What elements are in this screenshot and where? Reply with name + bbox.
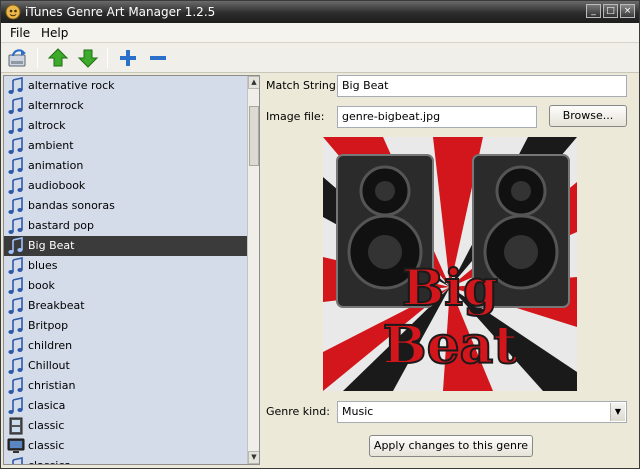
music-note-icon bbox=[7, 97, 25, 115]
music-note-icon bbox=[7, 157, 25, 175]
list-item-label: alternrock bbox=[28, 99, 84, 112]
music-note-icon bbox=[7, 217, 25, 235]
list-item[interactable]: clasica bbox=[4, 396, 247, 416]
list-item-label: book bbox=[28, 279, 55, 292]
film-icon bbox=[7, 417, 25, 435]
list-item-label: blues bbox=[28, 259, 58, 272]
music-note-icon bbox=[7, 277, 25, 295]
menu-bar: File Help bbox=[1, 23, 639, 43]
list-item[interactable]: Breakbeat bbox=[4, 296, 247, 316]
toolbar bbox=[1, 43, 639, 73]
list-item[interactable]: bastard pop bbox=[4, 216, 247, 236]
list-item[interactable]: book bbox=[4, 276, 247, 296]
music-note-icon bbox=[7, 297, 25, 315]
art-text-beat: Beat bbox=[383, 315, 518, 376]
image-file-input[interactable]: genre-bigbeat.jpg bbox=[337, 106, 537, 128]
image-file-label: Image file: bbox=[266, 110, 325, 123]
list-item[interactable]: audiobook bbox=[4, 176, 247, 196]
list-item[interactable]: children bbox=[4, 336, 247, 356]
list-item-label: audiobook bbox=[28, 179, 86, 192]
scroll-up-arrow-icon[interactable]: ▲ bbox=[248, 76, 259, 89]
list-item[interactable]: alternative rock bbox=[4, 76, 247, 96]
music-note-icon bbox=[7, 197, 25, 215]
list-item[interactable]: bandas sonoras bbox=[4, 196, 247, 216]
tv-icon bbox=[7, 437, 25, 455]
list-item[interactable]: alternrock bbox=[4, 96, 247, 116]
music-note-icon bbox=[7, 397, 25, 415]
music-note-icon bbox=[7, 77, 25, 95]
music-note-icon bbox=[7, 337, 25, 355]
list-item[interactable]: altrock bbox=[4, 116, 247, 136]
toolbar-separator bbox=[37, 48, 38, 68]
music-note-icon bbox=[7, 177, 25, 195]
genre-artwork: Big Beat bbox=[323, 137, 577, 391]
list-item[interactable]: animation bbox=[4, 156, 247, 176]
music-note-icon bbox=[7, 117, 25, 135]
list-item-label: Big Beat bbox=[28, 239, 75, 252]
list-item-label: bastard pop bbox=[28, 219, 95, 232]
genre-kind-select[interactable]: Music ▼ bbox=[337, 401, 627, 423]
list-item-label: alternative rock bbox=[28, 79, 115, 92]
apply-changes-button[interactable]: Apply changes to this genre bbox=[369, 435, 533, 457]
minimize-button[interactable]: _ bbox=[586, 4, 601, 18]
window-title: iTunes Genre Art Manager 1.2.5 bbox=[25, 5, 216, 19]
music-note-icon bbox=[7, 317, 25, 335]
browse-button[interactable]: Browse... bbox=[549, 105, 627, 127]
list-item[interactable]: Britpop bbox=[4, 316, 247, 336]
toolbar-separator bbox=[107, 48, 108, 68]
match-string-label: Match String: bbox=[266, 79, 340, 92]
list-scrollbar[interactable]: ▲ ▼ bbox=[247, 76, 259, 464]
scroll-thumb[interactable] bbox=[249, 106, 259, 166]
move-down-icon[interactable] bbox=[77, 47, 99, 69]
match-string-input[interactable]: Big Beat bbox=[337, 75, 627, 97]
genre-kind-label: Genre kind: bbox=[266, 405, 330, 418]
list-item[interactable]: blues bbox=[4, 256, 247, 276]
genre-list[interactable]: alternative rock alternrock altrock ambient… bbox=[3, 75, 260, 465]
title-bar: iTunes Genre Art Manager 1.2.5 _ □ × bbox=[1, 1, 639, 23]
list-item-label: Britpop bbox=[28, 319, 69, 332]
refresh-icon[interactable] bbox=[7, 47, 29, 69]
list-item-label: ambient bbox=[28, 139, 74, 152]
art-text-big: Big bbox=[402, 258, 498, 317]
list-item-label: Chillout bbox=[28, 359, 70, 372]
add-icon[interactable] bbox=[117, 47, 139, 69]
list-item[interactable]: christian bbox=[4, 376, 247, 396]
scroll-down-arrow-icon[interactable]: ▼ bbox=[248, 451, 259, 464]
list-item[interactable]: ambient bbox=[4, 136, 247, 156]
music-note-icon bbox=[7, 377, 25, 395]
music-note-icon bbox=[7, 237, 25, 255]
menu-help[interactable]: Help bbox=[41, 26, 68, 40]
close-button[interactable]: × bbox=[620, 4, 635, 18]
list-item[interactable]: Chillout bbox=[4, 356, 247, 376]
remove-icon[interactable] bbox=[147, 47, 169, 69]
genre-detail-panel: Match String: Big Beat Image file: genre… bbox=[263, 73, 639, 468]
maximize-button[interactable]: □ bbox=[603, 4, 618, 18]
list-item-label: altrock bbox=[28, 119, 66, 132]
list-item-label: clasica bbox=[28, 399, 66, 412]
list-item-label: classic bbox=[28, 439, 65, 452]
genre-kind-value: Music bbox=[342, 405, 374, 418]
app-window: iTunes Genre Art Manager 1.2.5 _ □ × Fil… bbox=[0, 0, 640, 469]
list-item-selected[interactable]: Big Beat bbox=[4, 236, 247, 256]
list-item-label: bandas sonoras bbox=[28, 199, 115, 212]
list-item-label: classic bbox=[28, 419, 65, 432]
list-item[interactable]: classic bbox=[4, 416, 247, 436]
list-item-label: classica bbox=[28, 459, 71, 464]
list-item-label: Breakbeat bbox=[28, 299, 85, 312]
list-item[interactable]: classica bbox=[4, 456, 247, 464]
music-note-icon bbox=[7, 257, 25, 275]
music-note-icon bbox=[7, 357, 25, 375]
list-item-label: animation bbox=[28, 159, 84, 172]
list-item-label: christian bbox=[28, 379, 76, 392]
list-item-label: children bbox=[28, 339, 73, 352]
list-item[interactable]: classic bbox=[4, 436, 247, 456]
music-note-icon bbox=[7, 457, 25, 464]
app-icon bbox=[5, 4, 21, 20]
move-up-icon[interactable] bbox=[47, 47, 69, 69]
chevron-down-icon[interactable]: ▼ bbox=[610, 403, 625, 421]
music-note-icon bbox=[7, 137, 25, 155]
menu-file[interactable]: File bbox=[10, 26, 30, 40]
